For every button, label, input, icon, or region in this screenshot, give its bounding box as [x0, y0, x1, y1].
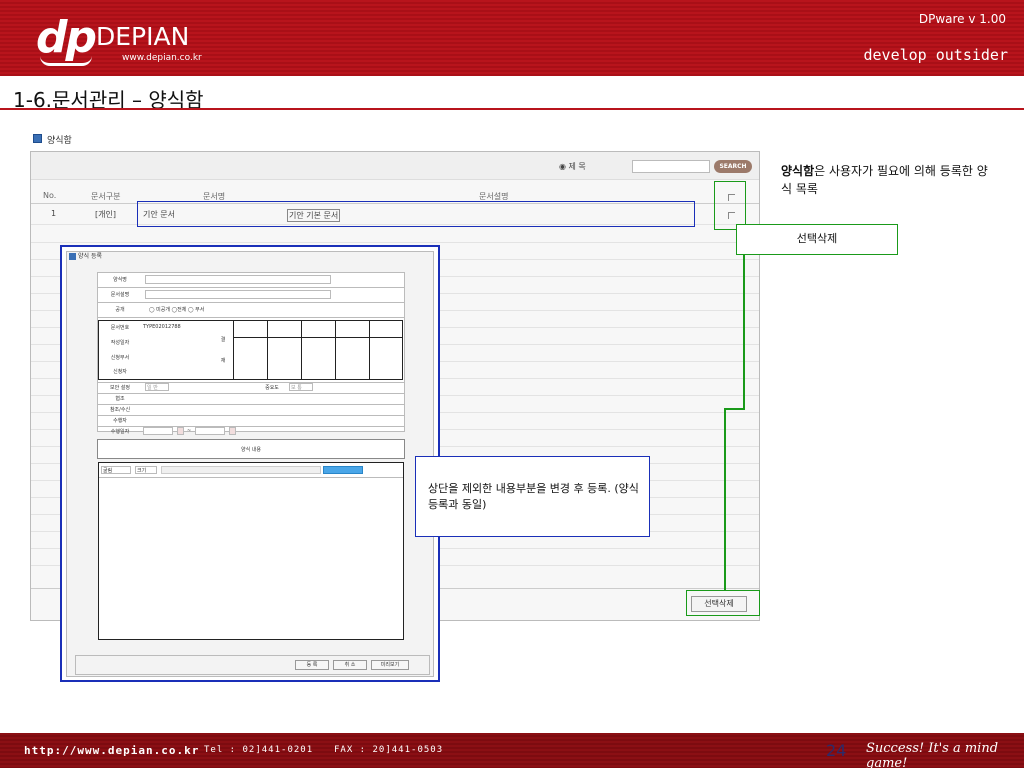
form-divider — [97, 317, 405, 318]
tagline: develop outsider — [863, 46, 1009, 64]
dialog-title: 양식 등록 — [78, 253, 102, 260]
security-select[interactable]: 일 반 — [145, 383, 169, 391]
form-name-input[interactable] — [145, 275, 331, 284]
delete-callout: 선택삭제 — [736, 224, 898, 255]
search-input[interactable] — [632, 160, 710, 173]
font-select-value: 굴림 — [103, 468, 113, 474]
column-no: No. — [43, 191, 57, 200]
public-options[interactable]: ◯ 미공개 ◯전체 ◯ 부서 — [149, 306, 204, 313]
approval-grid — [233, 320, 403, 380]
dialog-icon — [69, 253, 76, 260]
importance-select[interactable]: 보 통 — [289, 383, 313, 391]
executor-label: 수행자 — [113, 418, 127, 424]
form-desc-input[interactable] — [145, 290, 331, 299]
form-divider — [97, 382, 405, 383]
note-bold: 양식함 — [781, 164, 815, 178]
title-divider — [0, 108, 1024, 110]
logo-swoosh — [40, 56, 92, 66]
register-button[interactable]: 등 록 — [295, 660, 329, 670]
footer-slogan: Success! It's a mind game! — [866, 741, 999, 768]
dept-label: 신청부서 — [110, 355, 130, 361]
calendar-icon[interactable] — [229, 427, 236, 435]
requester-label: 신청자 — [113, 369, 127, 375]
content-callout: 상단을 제외한 내용부분을 변경 후 등록. (양식등록과 동일) — [415, 456, 650, 537]
footer-tel: Tel : 02]441-0201 — [204, 745, 314, 755]
footer-fax: FAX : 20]441-0503 — [334, 745, 444, 755]
logo-name: DEPIAN — [96, 22, 190, 51]
register-form: 양식명 문서설명 공개 ◯ 미공개 ◯전체 ◯ 부서 문서번호 TYPE0201… — [75, 272, 430, 688]
column-category: 문서구분 — [91, 192, 121, 201]
panel-label: 양식함 — [47, 136, 72, 146]
importance-label: 중요도 — [265, 385, 279, 391]
exec-date-label: 수행일자 — [110, 429, 130, 435]
form-desc-label: 문서설명 — [110, 292, 130, 298]
created-label: 작성일자 — [110, 340, 130, 346]
checkbox-highlight-box — [714, 181, 746, 230]
size-select-value: 크기 — [137, 468, 147, 474]
dialog-body: 양식 등록 양식명 문서설명 공개 ◯ 미공개 ◯전체 ◯ 부서 문서번호 TY… — [66, 251, 434, 677]
row-category: [개인] — [95, 210, 116, 219]
form-divider — [97, 393, 405, 394]
form-divider — [97, 287, 405, 288]
page-number: 24 — [826, 741, 847, 760]
editor-extra-button[interactable] — [323, 466, 363, 474]
approval-label-2: 재 — [220, 358, 226, 364]
footer-bar: http://www.depian.co.kr Tel : 02]441-020… — [0, 733, 1024, 768]
row-divider — [31, 242, 759, 243]
approval-grid-line — [369, 320, 370, 380]
search-radio-label: 제 목 — [568, 162, 586, 171]
preview-button[interactable]: 미리보기 — [371, 660, 409, 670]
search-radio-title[interactable]: ◉ 제 목 — [559, 161, 586, 172]
content-title: 양식 내용 — [241, 447, 261, 453]
cc-label: 참조/수신 — [109, 407, 131, 413]
logo-url: www.depian.co.kr — [122, 53, 202, 63]
exec-date-start[interactable] — [143, 427, 173, 435]
content-editor[interactable] — [98, 462, 404, 640]
search-bar: ◉ 제 목 SEARCH — [31, 152, 759, 180]
font-select[interactable]: 굴림 — [101, 466, 131, 474]
connector-line — [724, 408, 726, 591]
importance-value: 보 통 — [291, 385, 302, 391]
version-label: DPware v 1.00 — [918, 12, 1006, 26]
header-bar: dp DEPIAN www.depian.co.kr DPware v 1.00… — [0, 0, 1024, 76]
footer-url: http://www.depian.co.kr — [24, 744, 200, 757]
delete-button-highlight-box — [686, 590, 760, 616]
agreement-label: 협조 — [115, 396, 125, 402]
approval-grid-line — [267, 320, 268, 380]
exec-date-separator: ~ — [187, 428, 192, 434]
search-button[interactable]: SEARCH — [714, 160, 752, 173]
form-divider — [97, 404, 405, 405]
row-no: 1 — [51, 209, 57, 218]
size-select[interactable]: 크기 — [135, 466, 157, 474]
description-note: 양식함은 사용자가 필요에 의해 등록한 양식 목록 — [781, 162, 996, 198]
connector-line — [743, 230, 745, 410]
public-label: 공개 — [115, 307, 125, 313]
exec-date-end[interactable] — [195, 427, 225, 435]
form-divider — [97, 302, 405, 303]
editor-toolbar-divider — [99, 477, 403, 478]
cancel-button[interactable]: 취 소 — [333, 660, 367, 670]
form-name-label: 양식명 — [113, 277, 127, 283]
approval-label-1: 결 — [220, 337, 226, 343]
approval-grid-line — [335, 320, 336, 380]
security-label: 보안 설정 — [110, 385, 130, 391]
form-divider — [97, 415, 405, 416]
doc-no-label: 문서번호 — [110, 325, 130, 331]
editor-toolbar[interactable] — [161, 466, 321, 474]
approval-grid-line — [233, 337, 403, 338]
doc-no-value: TYPE02012788 — [143, 324, 181, 330]
approval-grid-line — [301, 320, 302, 380]
calendar-icon[interactable] — [177, 427, 184, 435]
form-register-dialog: 양식 등록 양식명 문서설명 공개 ◯ 미공개 ◯전체 ◯ 부서 문서번호 TY… — [60, 245, 440, 682]
connector-line — [724, 408, 745, 410]
security-value: 일 반 — [147, 385, 158, 391]
panel-icon — [33, 134, 42, 143]
row-highlight-box — [137, 201, 695, 227]
